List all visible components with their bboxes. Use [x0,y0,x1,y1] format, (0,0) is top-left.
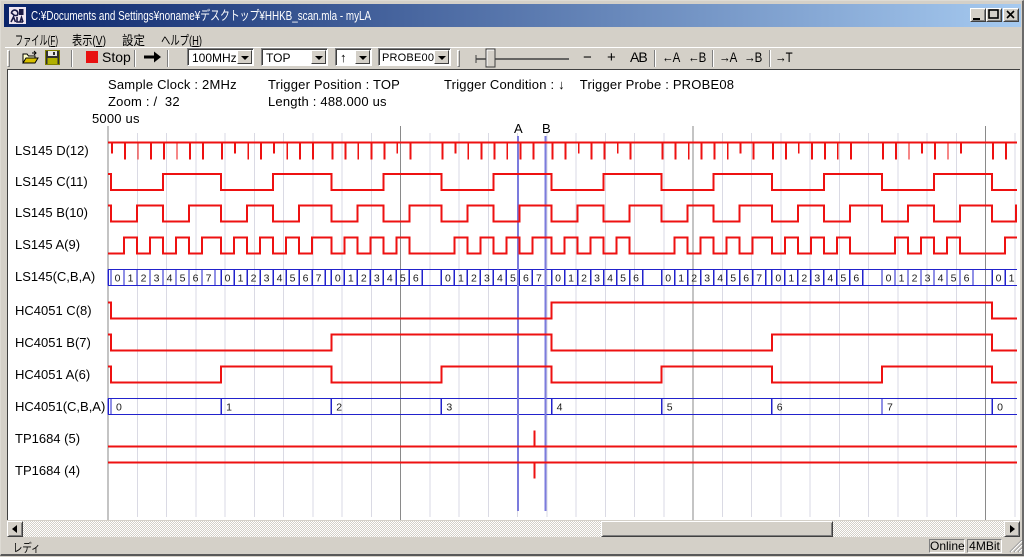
svg-text:1: 1 [458,273,464,285]
svg-text:1: 1 [899,273,905,285]
svg-text:6: 6 [193,273,199,285]
svg-text:5: 5 [290,273,296,285]
svg-text:4: 4 [717,273,723,285]
svg-text:1: 1 [568,273,574,285]
svg-text:0: 0 [996,273,1002,285]
svg-text:2: 2 [471,273,477,285]
svg-text:0: 0 [335,273,341,285]
svg-text:4: 4 [167,273,173,285]
svg-text:2: 2 [361,273,367,285]
svg-text:0: 0 [555,273,561,285]
svg-text:6: 6 [743,273,749,285]
svg-text:0: 0 [665,273,671,285]
svg-text:0: 0 [775,273,781,285]
svg-text:5: 5 [510,273,516,285]
svg-text:6: 6 [853,273,859,285]
svg-text:4: 4 [387,273,393,285]
svg-text:6: 6 [413,273,419,285]
svg-text:2: 2 [691,273,697,285]
svg-text:0: 0 [445,273,451,285]
svg-text:3: 3 [594,273,600,285]
svg-text:3: 3 [484,273,490,285]
svg-text:2: 2 [912,273,918,285]
svg-text:6: 6 [523,273,529,285]
svg-text:3: 3 [374,273,380,285]
svg-text:6: 6 [777,402,783,414]
svg-text:6: 6 [633,273,639,285]
svg-text:1: 1 [226,402,232,414]
svg-text:4: 4 [497,273,503,285]
svg-text:1: 1 [238,273,244,285]
svg-text:0: 0 [886,273,892,285]
svg-text:5: 5 [180,273,186,285]
svg-text:3: 3 [925,273,931,285]
svg-text:5: 5 [620,273,626,285]
svg-text:3: 3 [154,273,160,285]
svg-text:7: 7 [756,273,762,285]
svg-text:7: 7 [206,273,212,285]
svg-text:7: 7 [887,402,893,414]
svg-text:1: 1 [678,273,684,285]
svg-text:7: 7 [536,273,542,285]
svg-text:2: 2 [251,273,257,285]
svg-text:2: 2 [336,402,342,414]
svg-text:4: 4 [827,273,833,285]
svg-text:2: 2 [141,273,147,285]
svg-text:3: 3 [446,402,452,414]
svg-text:4: 4 [277,273,283,285]
svg-text:5: 5 [730,273,736,285]
svg-text:5: 5 [667,402,673,414]
svg-text:4: 4 [938,273,944,285]
svg-text:5: 5 [951,273,957,285]
svg-text:2: 2 [581,273,587,285]
svg-text:5: 5 [400,273,406,285]
svg-text:3: 3 [264,273,270,285]
svg-text:0: 0 [115,273,121,285]
svg-text:4: 4 [607,273,613,285]
svg-text:6: 6 [964,273,970,285]
svg-text:1: 1 [1009,273,1015,285]
svg-text:2: 2 [801,273,807,285]
svg-text:3: 3 [704,273,710,285]
svg-text:5: 5 [840,273,846,285]
svg-text:6: 6 [303,273,309,285]
svg-text:3: 3 [814,273,820,285]
svg-text:1: 1 [128,273,134,285]
svg-text:0: 0 [997,402,1003,414]
svg-text:0: 0 [116,402,122,414]
svg-text:0: 0 [225,273,231,285]
svg-text:1: 1 [788,273,794,285]
svg-text:4: 4 [557,402,563,414]
svg-text:7: 7 [316,273,322,285]
svg-text:1: 1 [348,273,354,285]
